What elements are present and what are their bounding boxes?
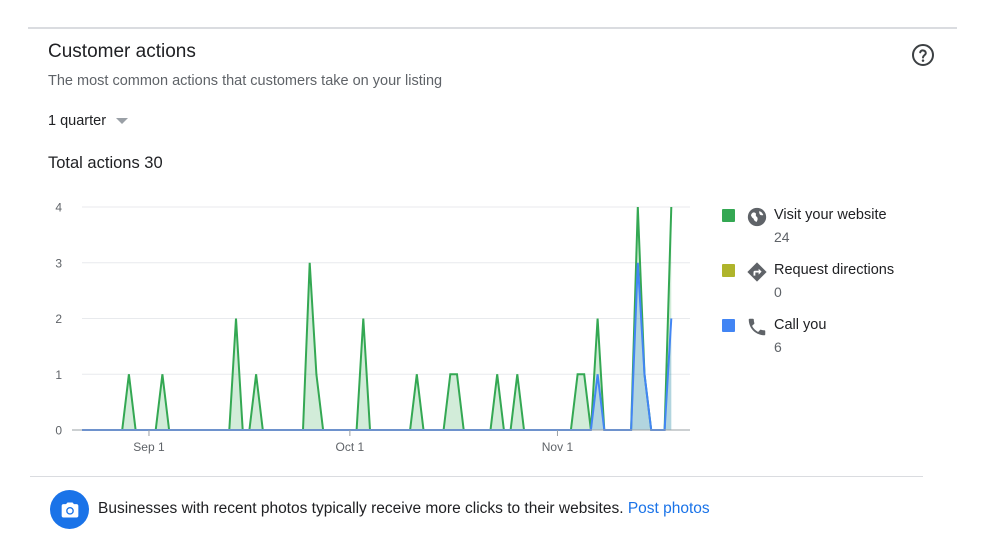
photo-tip: Businesses with recent photos typically … (98, 500, 710, 518)
directions-icon (747, 262, 767, 282)
y-tick-label: 4 (55, 201, 62, 215)
post-photos-link[interactable]: Post photos (628, 500, 710, 517)
legend-value-calls: 6 (774, 339, 782, 355)
x-tick-label: Sep 1 (133, 440, 165, 454)
y-tick-label: 2 (55, 312, 62, 326)
legend-item-directions[interactable]: Request directions 0 (722, 259, 972, 314)
chart-legend: Visit your website 24 Request directions… (722, 204, 972, 369)
legend-label-calls: Call you (774, 317, 827, 333)
bottom-divider (30, 476, 923, 477)
y-tick-label: 3 (55, 256, 62, 270)
legend-label-directions: Request directions (774, 262, 895, 278)
legend-swatch-website (722, 209, 735, 222)
legend-label-website: Visit your website (774, 207, 887, 223)
legend-item-calls[interactable]: Call you 6 (722, 314, 972, 369)
phone-icon (748, 318, 766, 336)
camera-icon[interactable] (50, 490, 89, 529)
photo-tip-text: Businesses with recent photos typically … (98, 500, 624, 517)
legend-item-website[interactable]: Visit your website 24 (722, 204, 972, 259)
y-tick-label: 1 (55, 368, 62, 382)
camera-glyph-icon (61, 502, 78, 517)
legend-value-directions: 0 (774, 284, 782, 300)
x-tick-label: Nov 1 (542, 440, 574, 454)
legend-value-website: 24 (774, 229, 790, 245)
x-tick-label: Oct 1 (336, 440, 365, 454)
globe-icon (747, 207, 767, 227)
y-tick-label: 0 (55, 424, 62, 438)
legend-swatch-directions (722, 264, 735, 277)
legend-swatch-calls (722, 319, 735, 332)
